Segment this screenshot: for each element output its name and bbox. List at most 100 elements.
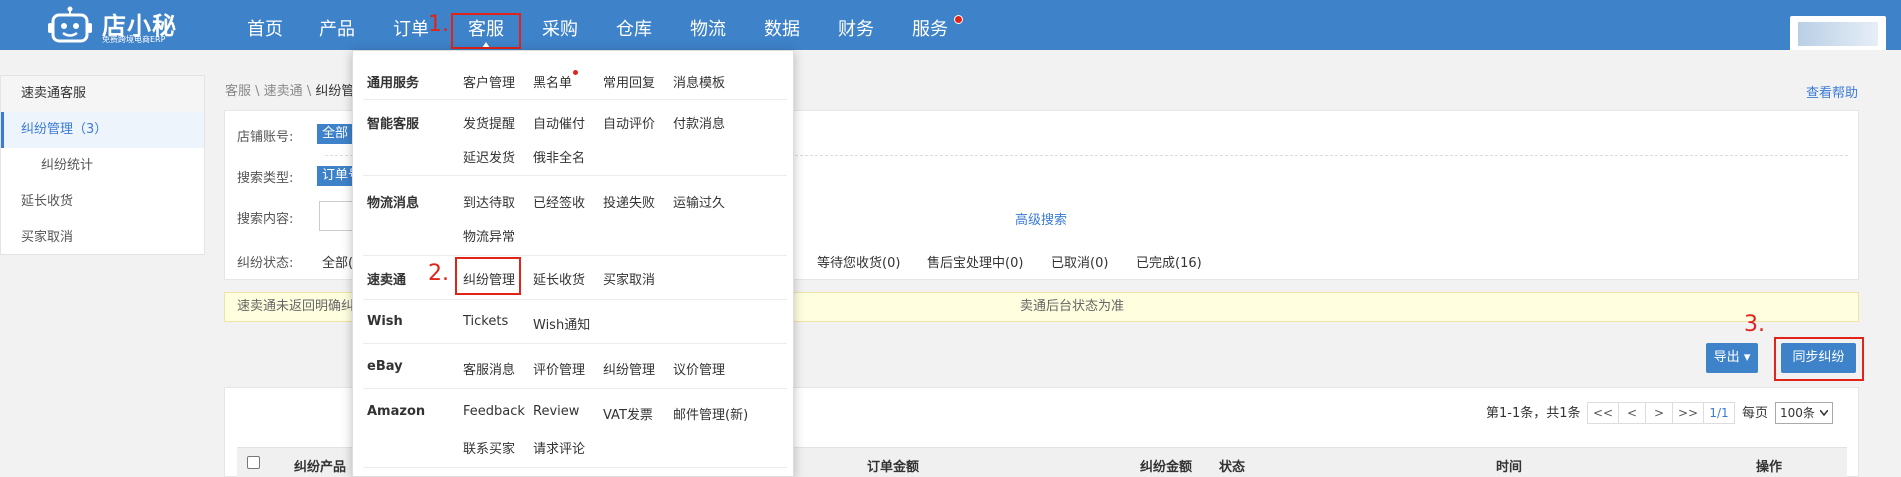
col-dispute-product: 纠纷产品	[294, 460, 347, 475]
customer-service-dropdown-menu: 通用服务 客户管理 黑名单 常用回复 消息模板 智能客服 发货提醒 自动催付 自…	[352, 50, 794, 477]
sidebar-item-dispute-management[interactable]: 纠纷管理（3）	[1, 112, 204, 148]
menu-category-aliexpress: 速卖通	[367, 273, 407, 288]
nav-logistics[interactable]: 物流	[688, 0, 728, 50]
menu-item-auto-payment-reminder[interactable]: 自动催付	[533, 113, 585, 132]
menu-item-delivery-failed[interactable]: 投递失败	[603, 192, 655, 211]
menu-item-blacklist[interactable]: 黑名单	[533, 72, 572, 91]
notice-text-left: 速卖通未返回明确纠	[237, 299, 355, 314]
status-awaiting-receipt[interactable]: 等待您收货(0)	[817, 252, 900, 271]
nav-warehouse[interactable]: 仓库	[614, 0, 654, 50]
robot-logo-icon	[48, 6, 92, 43]
menu-separator	[363, 99, 787, 100]
breadcrumb-separator: \	[302, 84, 316, 99]
chevron-down-icon	[1820, 410, 1828, 416]
breadcrumb-current: 纠纷管	[315, 84, 355, 99]
menu-separator	[363, 343, 787, 344]
notice-text-right: 卖通后台状态为准	[1020, 299, 1125, 314]
pager-summary: 第1-1条，共1条	[1486, 406, 1581, 421]
menu-item-amazon-contact-buyer[interactable]: 联系买家	[463, 438, 515, 457]
sidebar-item-buyer-cancel[interactable]: 买家取消	[1, 220, 204, 256]
sidebar-item-dispute-stats[interactable]: 纠纷统计	[1, 148, 204, 184]
export-button-label: 导出	[1713, 350, 1740, 365]
menu-item-logistics-exception[interactable]: 物流异常	[463, 226, 515, 245]
menu-item-transit-too-long[interactable]: 运输过久	[673, 192, 725, 211]
status-cancelled[interactable]: 已取消(0)	[1051, 252, 1108, 271]
menu-item-wish-notifications[interactable]: Wish通知	[533, 314, 590, 333]
menu-separator	[363, 467, 787, 468]
menu-separator	[363, 299, 787, 300]
menu-item-amazon-feedback[interactable]: Feedback	[463, 404, 525, 419]
status-after-sale-processing[interactable]: 售后宝处理中(0)	[927, 252, 1023, 271]
nav-service[interactable]: 服务	[910, 0, 950, 50]
export-button[interactable]: 导出 ▾	[1706, 343, 1758, 373]
step-1-highlight	[451, 13, 521, 49]
nav-product[interactable]: 产品	[317, 0, 357, 50]
menu-item-delayed-shipping[interactable]: 延迟发货	[463, 147, 515, 166]
pager-first-button[interactable]: <<	[1587, 402, 1619, 424]
user-account-area[interactable]	[1790, 16, 1886, 50]
menu-item-amazon-request-review[interactable]: 请求评论	[533, 438, 585, 457]
menu-item-awaiting-pickup[interactable]: 到达待取	[463, 192, 515, 211]
menu-item-amazon-vat-invoice[interactable]: VAT发票	[603, 404, 653, 423]
pager-last-button[interactable]: >>	[1672, 402, 1704, 424]
status-all[interactable]: 全部(	[322, 252, 353, 271]
pager-next-button[interactable]: >	[1645, 402, 1673, 424]
left-sidebar: 速卖通客服 纠纷管理（3） 纠纷统计 延长收货 买家取消	[0, 75, 205, 255]
menu-item-extend-receipt[interactable]: 延长收货	[533, 269, 585, 288]
menu-item-customer-management[interactable]: 客户管理	[463, 72, 515, 91]
sidebar-item-extend-receipt[interactable]: 延长收货	[1, 184, 204, 220]
per-page-label: 每页	[1742, 406, 1769, 421]
menu-item-ebay-messages[interactable]: 客服消息	[463, 359, 515, 378]
menu-category-smart-service: 智能客服	[367, 117, 420, 132]
select-all-checkbox[interactable]	[247, 456, 260, 469]
pager-prev-button[interactable]: <	[1618, 402, 1646, 424]
top-nav-bar: 店小秘 免费跨境电商ERP 首页 产品 订单 客服 采购 仓库 物流 数据 财务…	[0, 0, 1901, 50]
menu-item-payment-message[interactable]: 付款消息	[673, 113, 725, 132]
search-type-label: 搜索类型:	[237, 171, 294, 186]
dispute-status-label: 纠纷状态:	[237, 256, 294, 271]
breadcrumb-item-kefu[interactable]: 客服	[225, 84, 251, 99]
shop-account-label: 店铺账号:	[237, 130, 294, 145]
col-order-amount: 订单金额	[867, 460, 920, 475]
breadcrumb-item-aliexpress[interactable]: 速卖通	[264, 84, 303, 99]
col-time: 时间	[1496, 460, 1523, 475]
advanced-search-link[interactable]: 高级搜索	[1015, 209, 1067, 228]
menu-separator	[363, 255, 787, 256]
breadcrumb-separator: \	[251, 84, 264, 99]
nav-finance[interactable]: 财务	[836, 0, 876, 50]
brand-logo[interactable]: 店小秘 免费跨境电商ERP	[48, 2, 248, 48]
menu-item-message-templates[interactable]: 消息模板	[673, 72, 725, 91]
menu-category-ebay: eBay	[367, 359, 403, 374]
menu-category-wish: Wish	[367, 314, 403, 329]
menu-separator	[363, 388, 787, 389]
chevron-down-icon: ▾	[1743, 350, 1751, 365]
nav-purchase[interactable]: 采购	[540, 0, 580, 50]
nav-home[interactable]: 首页	[245, 0, 285, 50]
menu-item-auto-review[interactable]: 自动评价	[603, 113, 655, 132]
nav-data[interactable]: 数据	[762, 0, 802, 50]
menu-item-amazon-email-management[interactable]: 邮件管理(新)	[673, 404, 748, 423]
menu-category-general: 通用服务	[367, 76, 420, 91]
step-3-highlight	[1774, 337, 1864, 381]
menu-item-russian-fullname[interactable]: 俄非全名	[533, 147, 585, 166]
menu-category-amazon: Amazon	[367, 404, 426, 419]
shop-all-tag[interactable]: 全部	[317, 124, 354, 144]
status-completed[interactable]: 已完成(16)	[1136, 252, 1202, 271]
step-1-label: 1.	[428, 12, 449, 37]
menu-item-shipping-reminder[interactable]: 发货提醒	[463, 113, 515, 132]
nav-order[interactable]: 订单	[391, 0, 431, 50]
view-help-link[interactable]: 查看帮助	[1806, 82, 1858, 101]
menu-item-common-replies[interactable]: 常用回复	[603, 72, 655, 91]
pager-current-page: 1/1	[1703, 402, 1735, 424]
menu-item-ebay-dispute-management[interactable]: 纠纷管理	[603, 359, 655, 378]
menu-item-ebay-feedback-management[interactable]: 评价管理	[533, 359, 585, 378]
col-actions: 操作	[1756, 460, 1783, 475]
menu-item-ebay-offer-management[interactable]: 议价管理	[673, 359, 725, 378]
menu-item-wish-tickets[interactable]: Tickets	[463, 314, 508, 329]
col-dispute-amount: 纠纷金额	[1140, 460, 1193, 475]
menu-item-amazon-review[interactable]: Review	[533, 404, 579, 419]
menu-item-signed[interactable]: 已经签收	[533, 192, 585, 211]
menu-item-buyer-cancel[interactable]: 买家取消	[603, 269, 655, 288]
per-page-select[interactable]: 100条	[1775, 402, 1833, 424]
step-3-label: 3.	[1744, 312, 1765, 337]
